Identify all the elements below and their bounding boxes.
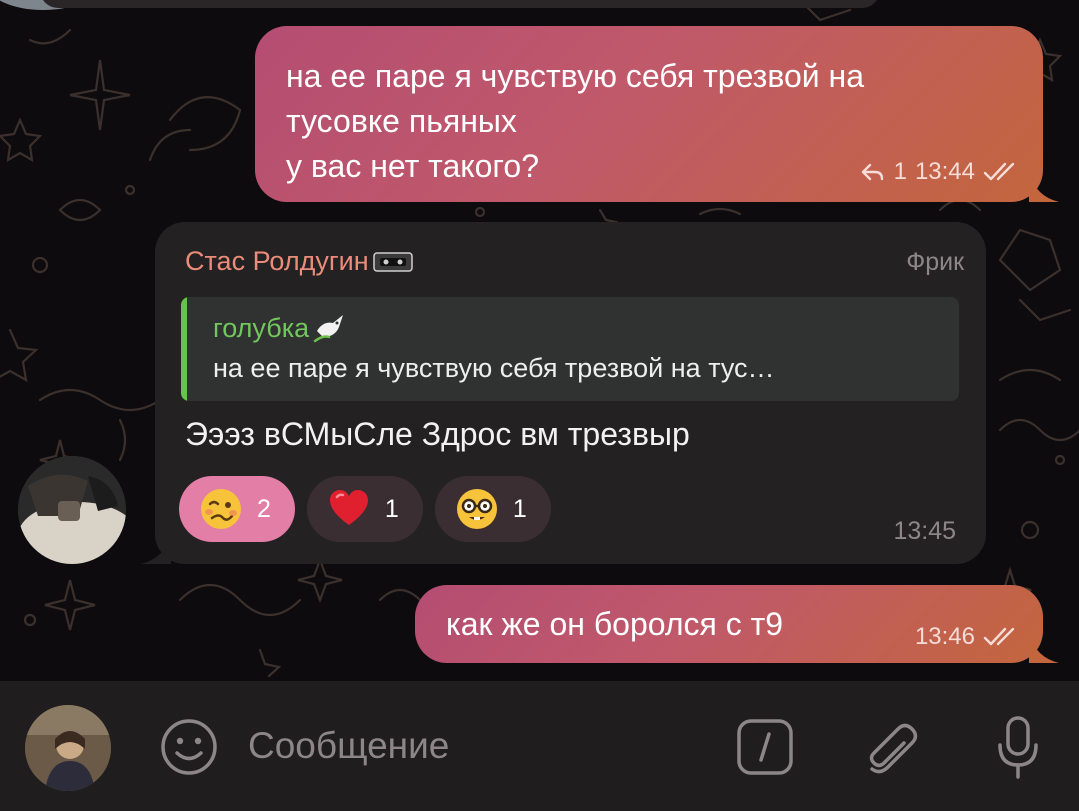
reaction-heart[interactable]: 1 <box>306 476 423 542</box>
sender-name-text: Стас Ролдугин <box>185 246 369 276</box>
quote-author: голубка <box>213 311 347 345</box>
bubble-tail <box>1029 172 1059 202</box>
reply-count[interactable]: 1 <box>894 158 907 186</box>
sender-badge: Фрик <box>906 248 964 276</box>
reaction-count: 1 <box>384 494 399 523</box>
double-check-icon <box>983 162 1015 181</box>
message-input[interactable] <box>248 716 708 776</box>
message-time: 13:44 <box>914 158 975 185</box>
avatar-photo <box>18 456 126 564</box>
message-meta: 1 13:44 <box>860 158 1019 186</box>
message-meta: 13:46 <box>915 623 1019 651</box>
outgoing-message[interactable]: на ее паре я чувствую себя трезвой на ту… <box>255 26 1059 202</box>
reactions-bar: 2 1 1 <box>179 476 551 542</box>
woozy-face-icon <box>201 489 241 529</box>
nerd-face-icon <box>456 489 497 529</box>
message-line: на ее паре я чувствую себя трезвой на <box>286 58 864 94</box>
quote-text: на ее паре я чувствую себя трезвой на ту… <box>213 353 775 383</box>
bubble-tail <box>1029 633 1059 663</box>
message-line: тусовке пьяных <box>286 103 517 139</box>
double-check-icon <box>983 627 1015 646</box>
reaction-nerd[interactable]: 1 <box>434 476 551 542</box>
dove-icon <box>313 315 344 343</box>
sender-avatar[interactable] <box>18 456 126 564</box>
outgoing-message[interactable]: как же он боролся с т9 13:46 <box>415 585 1059 663</box>
message-text: на ее паре я чувствую себя трезвой на ту… <box>286 54 864 189</box>
paperclip-icon[interactable] <box>858 715 922 779</box>
bot-commands-icon[interactable] <box>734 716 796 778</box>
incoming-message[interactable]: Стас Ролдугин Фрик голубка на ее паре я … <box>141 222 986 564</box>
message-line: у вас нет такого? <box>286 148 539 184</box>
quote-author-text: голубка <box>213 312 310 343</box>
reaction-count: 1 <box>512 494 527 523</box>
bubble-tail <box>141 534 171 564</box>
previous-message-bubble[interactable] <box>40 0 880 8</box>
reaction-woozy[interactable]: 2 <box>179 476 295 542</box>
message-time: 13:46 <box>914 623 975 650</box>
videocassette-icon <box>372 251 413 272</box>
microphone-icon[interactable] <box>992 713 1044 783</box>
quote-accent-bar <box>181 297 187 401</box>
reaction-count: 2 <box>257 494 271 523</box>
reply-quote[interactable]: голубка на ее паре я чувствую себя трезв… <box>181 297 959 401</box>
emoji-icon[interactable] <box>158 716 220 778</box>
message-time: 13:45 <box>893 517 956 545</box>
reply-arrow-icon <box>861 163 883 181</box>
avatar-photo <box>25 705 111 791</box>
sender-name[interactable]: Стас Ролдугин <box>185 246 413 277</box>
send-as-avatar[interactable] <box>25 705 111 791</box>
message-composer <box>0 681 1079 811</box>
red-heart-icon <box>329 490 368 525</box>
message-text: как же он боролся с т9 <box>446 606 784 642</box>
message-text: Эээз вСМыСле Здрос вм трезвыр <box>185 416 690 452</box>
